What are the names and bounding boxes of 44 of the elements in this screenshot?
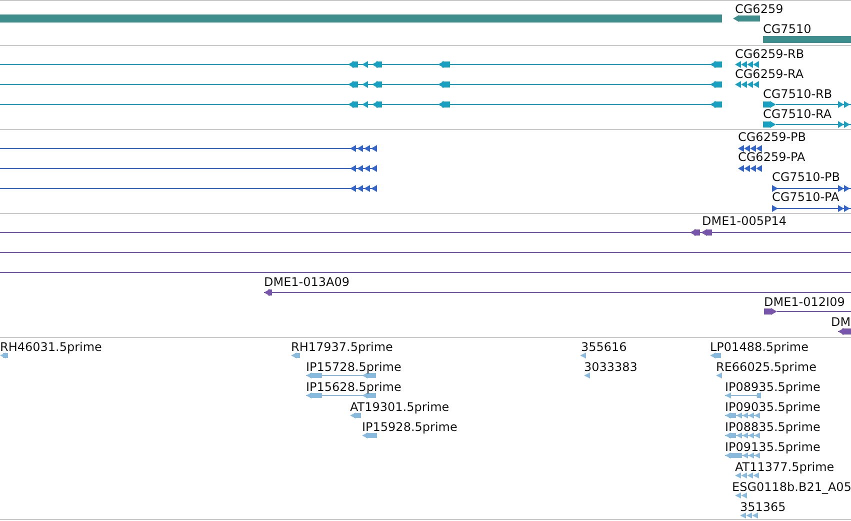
feature-label: RH46031.5prime (0, 340, 102, 354)
feature-label: IP08935.5prime (725, 380, 820, 394)
feature-label: DME1-005P14 (702, 214, 787, 228)
feature-label: DME1-013A09 (264, 275, 350, 289)
feature-label: IP15928.5prime (362, 420, 458, 434)
feature-glyph[interactable] (763, 121, 851, 128)
feature-label: 355616 (581, 340, 627, 354)
feature-glyph[interactable] (735, 61, 759, 68)
feature-label: CG6259-RA (735, 67, 804, 81)
feature-label: CG7510-PB (772, 170, 840, 184)
feature-label: CG7510-RA (763, 107, 832, 121)
feature-label: IP08835.5prime (725, 420, 820, 434)
feature-glyph[interactable] (0, 229, 851, 236)
feature-glyph[interactable] (764, 308, 851, 315)
feature-label: IP15628.5prime (306, 380, 402, 394)
feature-label: CG7510 (763, 22, 812, 36)
feature-glyph[interactable] (838, 328, 851, 335)
feature-label: IP15728.5prime (306, 360, 402, 374)
feature-label: RE66025.5prime (716, 360, 816, 374)
feature-glyph[interactable] (763, 101, 851, 108)
feature-label: RH17937.5prime (291, 340, 393, 354)
feature-label: CG6259-RB (735, 47, 804, 61)
feature-label: CG6259-PA (738, 150, 806, 164)
feature-label: AT11377.5prime (735, 460, 834, 474)
feature-glyph[interactable] (738, 165, 762, 172)
feature-label: IP09035.5prime (725, 400, 820, 414)
feature-label: CG7510-PA (772, 190, 840, 204)
feature-label: ESG0118b.B21_A05 (732, 480, 851, 494)
feature-label: 351365 (740, 500, 786, 514)
feature-glyph[interactable] (264, 289, 851, 296)
feature-label: DME1-012I09 (764, 295, 845, 309)
feature-label: IP09135.5prime (725, 440, 820, 454)
feature-label: 3033383 (584, 360, 638, 374)
feature-label: LP01488.5prime (710, 340, 809, 354)
feature-glyph[interactable] (733, 15, 760, 22)
feature-glyph[interactable] (772, 205, 851, 212)
feature-label: CG6259-PB (738, 130, 806, 144)
feature-glyph[interactable] (735, 81, 759, 88)
feature-glyph[interactable] (772, 185, 851, 192)
feature-label: DM (831, 315, 851, 329)
feature-label: CG6259 (735, 2, 784, 16)
feature-glyph[interactable] (738, 145, 762, 152)
feature-label: CG7510-RB (763, 87, 832, 101)
feature-label: AT19301.5prime (350, 400, 450, 414)
